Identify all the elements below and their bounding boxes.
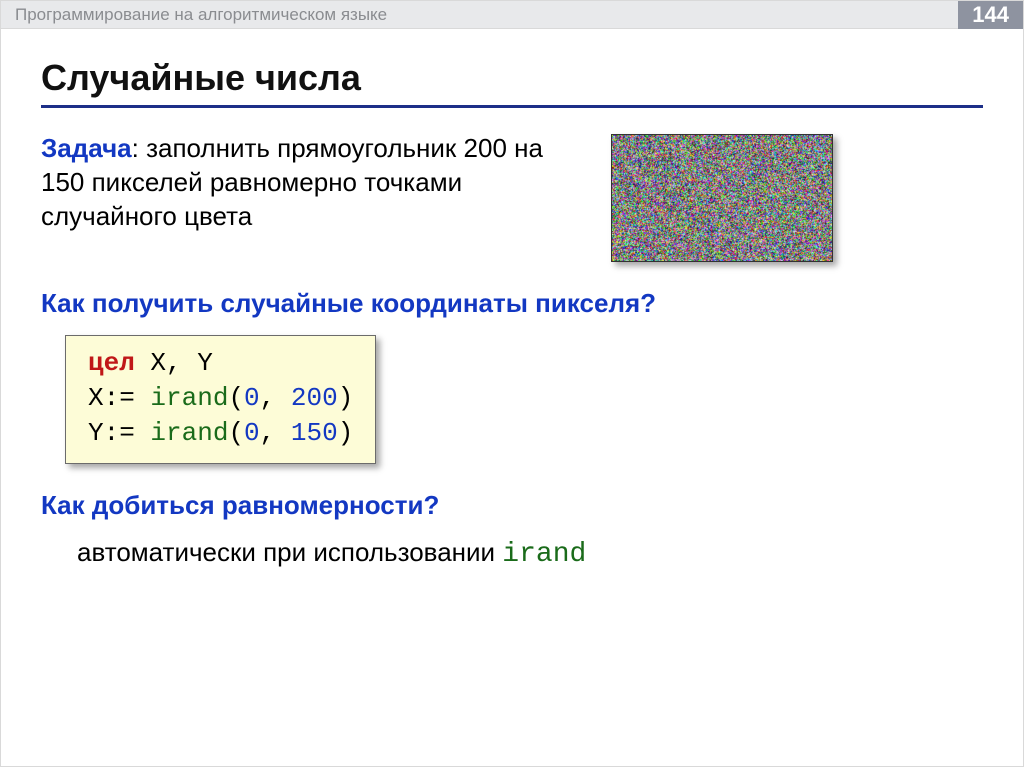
paren-close-1: ) xyxy=(338,383,354,413)
task-row: Задача: заполнить прямоугольник 200 на 1… xyxy=(41,132,983,262)
header-title: Программирование на алгоритмическом язык… xyxy=(15,5,387,25)
decl-vars: X, Y xyxy=(135,348,213,378)
line2-pre: X:= xyxy=(88,383,150,413)
task-text: Задача: заполнить прямоугольник 200 на 1… xyxy=(41,132,561,233)
func-irand-2: irand xyxy=(150,418,228,448)
header-bar: Программирование на алгоритмическом язык… xyxy=(1,1,1023,29)
sep-1: , xyxy=(260,383,291,413)
question-uniform: Как добиться равномерности? xyxy=(41,490,983,521)
inline-func-irand: irand xyxy=(502,539,586,570)
page-number: 144 xyxy=(958,1,1023,29)
content: Случайные числа Задача: заполнить прямоу… xyxy=(1,29,1023,590)
answer-body: автоматически при использовании xyxy=(77,537,502,567)
paren-open-1: ( xyxy=(228,383,244,413)
task-label: Задача xyxy=(41,133,132,163)
func-irand-1: irand xyxy=(150,383,228,413)
slide: Программирование на алгоритмическом язык… xyxy=(0,0,1024,767)
arg-0-a: 0 xyxy=(244,383,260,413)
code-block: цел X, Y X:= irand(0, 200) Y:= irand(0, … xyxy=(65,335,376,464)
title-underline xyxy=(41,105,983,108)
paren-open-2: ( xyxy=(228,418,244,448)
line3-pre: Y:= xyxy=(88,418,150,448)
answer-text: автоматически при использовании irand xyxy=(77,537,983,570)
arg-200: 200 xyxy=(291,383,338,413)
paren-close-2: ) xyxy=(338,418,354,448)
slide-title: Случайные числа xyxy=(41,57,983,99)
keyword-int: цел xyxy=(88,348,135,378)
arg-0-b: 0 xyxy=(244,418,260,448)
random-noise-image xyxy=(611,134,833,262)
question-coordinates: Как получить случайные координаты пиксел… xyxy=(41,288,983,319)
sep-2: , xyxy=(260,418,291,448)
noise-canvas xyxy=(612,135,832,261)
arg-150: 150 xyxy=(291,418,338,448)
